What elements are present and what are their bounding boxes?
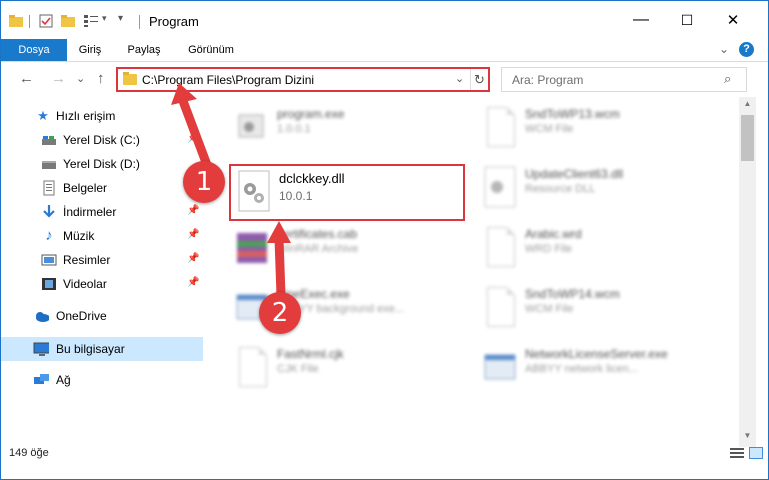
step-badge-2: 2 bbox=[259, 292, 301, 334]
arrowhead-2 bbox=[267, 221, 291, 243]
arrowhead-1 bbox=[171, 83, 197, 105]
explorer-window: ▾ ▾ Program — ☐ ✕ Dosya Giriş Paylaş Gör… bbox=[0, 0, 769, 480]
annotation-arrows bbox=[171, 83, 291, 296]
arrow-2 bbox=[274, 238, 286, 296]
step-badge-1: 1 bbox=[183, 161, 225, 203]
